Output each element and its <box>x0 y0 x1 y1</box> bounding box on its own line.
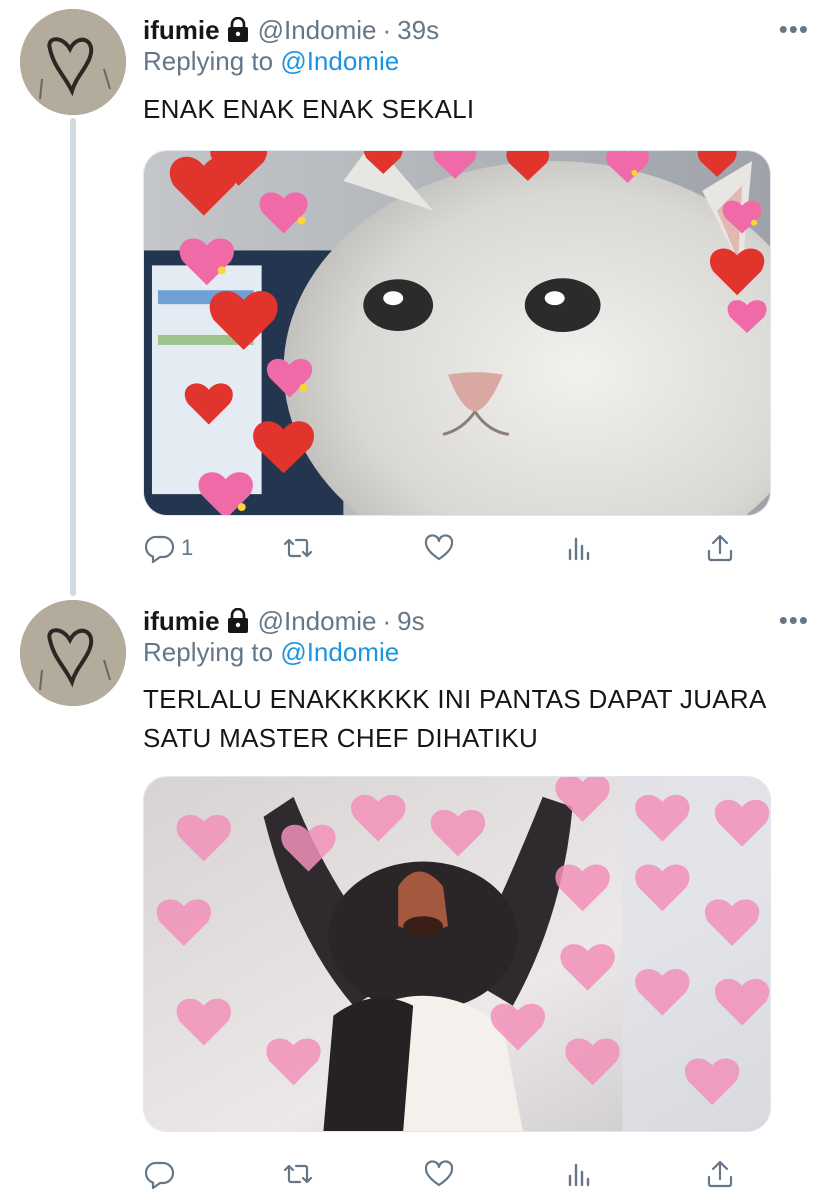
timestamp[interactable]: 9s <box>397 606 424 637</box>
tweet-header: ifumie @Indomie · 9s <box>143 601 425 641</box>
author-handle[interactable]: @Indomie <box>258 606 377 637</box>
pingu-with-hearts-image[interactable] <box>143 776 771 1132</box>
like-button[interactable] <box>424 1156 454 1192</box>
timestamp[interactable]: 39s <box>397 15 439 46</box>
replying-to-mention[interactable]: @Indomie <box>280 637 399 667</box>
author-name[interactable]: ifumie <box>143 15 220 46</box>
replying-to: Replying to @Indomie <box>143 46 399 77</box>
thread-line <box>70 118 76 596</box>
tweet-text: ENAK ENAK ENAK SEKALI <box>143 94 475 124</box>
retweet-button[interactable] <box>283 530 313 566</box>
tweet-actions: 1 <box>143 530 743 566</box>
avatar[interactable] <box>20 9 126 115</box>
analytics-icon <box>568 537 590 561</box>
analytics-button[interactable] <box>565 1156 595 1192</box>
analytics-icon <box>568 1163 590 1187</box>
share-button[interactable] <box>705 530 735 566</box>
tweet-text: TERLALU ENAKKKKKK INI PANTAS DAPAT JUARA… <box>143 684 766 753</box>
avatar[interactable] <box>20 600 126 706</box>
reply-icon <box>145 535 175 563</box>
share-button[interactable] <box>705 1156 735 1192</box>
tweet-1[interactable]: ifumie @Indomie · 39s ••• Replying to @I… <box>0 0 839 596</box>
reply-button[interactable]: 1 <box>145 530 193 566</box>
more-icon[interactable]: ••• <box>779 607 809 633</box>
tweet-2[interactable]: ifumie @Indomie · 9s ••• Replying to @In… <box>0 590 839 1200</box>
like-icon <box>424 1160 454 1187</box>
author-handle[interactable]: @Indomie <box>258 15 377 46</box>
separator-dot: · <box>382 605 392 636</box>
separator-dot: · <box>382 14 392 45</box>
share-icon <box>707 534 733 562</box>
replying-prefix: Replying to <box>143 637 274 667</box>
retweet-icon <box>283 1164 313 1184</box>
tweet-actions <box>143 1156 743 1192</box>
more-icon[interactable]: ••• <box>779 16 809 42</box>
like-icon <box>424 534 454 561</box>
reply-button[interactable] <box>145 1156 181 1192</box>
replying-to-mention[interactable]: @Indomie <box>280 46 399 76</box>
author-name[interactable]: ifumie <box>143 606 220 637</box>
reply-count: 1 <box>181 535 194 560</box>
crying-cat-with-hearts-image[interactable] <box>143 150 771 516</box>
reply-icon <box>145 1161 175 1189</box>
replying-to: Replying to @Indomie <box>143 637 399 668</box>
lock-icon <box>226 607 250 634</box>
tweet-header: ifumie @Indomie · 39s <box>143 10 439 50</box>
retweet-icon <box>283 538 313 558</box>
share-icon <box>707 1160 733 1188</box>
replying-prefix: Replying to <box>143 46 274 76</box>
retweet-button[interactable] <box>283 1156 313 1192</box>
lock-icon <box>226 16 250 43</box>
like-button[interactable] <box>424 530 454 566</box>
analytics-button[interactable] <box>565 530 595 566</box>
